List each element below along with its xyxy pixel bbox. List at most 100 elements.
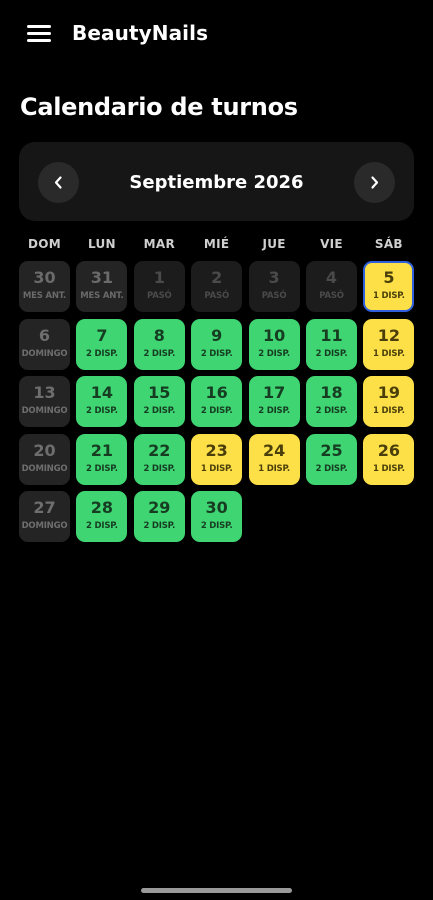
day-availability: 1 DISP. (258, 463, 290, 474)
day-number: 22 (148, 440, 171, 460)
day-number: 10 (262, 325, 286, 345)
day-availability: 2 DISP. (200, 348, 233, 359)
page-title: Calendario de turnos (20, 93, 298, 121)
calendar-day[interactable]: 30 MES ANT. (19, 261, 70, 312)
day-number: 12 (377, 325, 401, 345)
day-availability: 1 DISP. (373, 406, 405, 416)
calendar-day[interactable]: 26 1 DISP. (363, 433, 415, 485)
day-availability: DOMINGO (21, 348, 68, 359)
day-number: 7 (96, 325, 108, 345)
day-number: 11 (320, 325, 343, 345)
calendar-day[interactable]: 4 PASÓ (306, 261, 357, 312)
day-availability: 1 DISP. (373, 463, 405, 474)
calendar-day[interactable]: 19 1 DISP. (363, 376, 415, 427)
day-number: 25 (320, 440, 343, 460)
calendar-day[interactable]: 24 1 DISP. (248, 433, 300, 485)
day-availability: 2 DISP. (86, 521, 118, 531)
app-bar: BeautyNails (0, 0, 433, 70)
calendar-day[interactable]: 7 2 DISP. (76, 318, 128, 370)
day-number: 23 (205, 440, 228, 460)
day-availability: PASÓ (319, 291, 344, 301)
day-availability: 2 DISP. (86, 463, 118, 474)
day-number: 14 (90, 383, 114, 402)
day-availability: 1 DISP. (373, 348, 405, 359)
day-availability: MES ANT. (80, 291, 124, 301)
day-availability: 2 DISP. (86, 406, 118, 416)
calendar-day[interactable]: 27 DOMINGO (19, 491, 70, 542)
day-number: 24 (262, 440, 286, 460)
calendar-day[interactable]: 17 2 DISP. (248, 376, 300, 427)
day-number: 30 (33, 268, 56, 287)
day-number: 13 (33, 383, 56, 402)
day-number: 18 (320, 383, 343, 402)
calendar-day[interactable]: 14 2 DISP. (76, 376, 128, 427)
calendar-day[interactable]: 21 2 DISP. (76, 433, 128, 485)
calendar-day[interactable]: 8 2 DISP. (133, 318, 185, 370)
day-availability: MES ANT. (22, 291, 67, 301)
day-number: 27 (33, 498, 56, 517)
day-number: 1 (153, 268, 165, 287)
calendar-day[interactable]: 11 2 DISP. (306, 318, 357, 370)
day-number: 6 (38, 325, 51, 345)
day-number: 9 (211, 325, 223, 345)
weekday-label: LUN (87, 237, 116, 251)
day-number: 19 (377, 383, 401, 402)
day-availability: 2 DISP. (200, 406, 233, 416)
calendar-day[interactable]: 23 1 DISP. (191, 433, 243, 485)
calendar-day[interactable]: 10 2 DISP. (248, 318, 300, 370)
day-availability: DOMINGO (21, 406, 68, 416)
day-number: 20 (33, 440, 56, 460)
weekday-label: MAR (143, 237, 175, 251)
calendar-day[interactable]: 20 DOMINGO (19, 433, 70, 485)
day-availability: 2 DISP. (258, 348, 290, 359)
calendar-day[interactable]: 31 MES ANT. (76, 261, 128, 312)
calendar-day[interactable]: 6 DOMINGO (19, 318, 70, 370)
day-availability: 2 DISP. (86, 348, 118, 359)
day-availability: 2 DISP. (143, 406, 176, 416)
calendar-day[interactable]: 30 2 DISP. (191, 491, 243, 542)
next-month-button[interactable] (354, 162, 395, 203)
day-number: 29 (148, 498, 171, 517)
chevron-right-icon (371, 176, 379, 189)
calendar-day[interactable]: 16 2 DISP. (191, 376, 243, 427)
month-selector: Septiembre 2026 (19, 142, 414, 221)
day-number: 26 (377, 440, 401, 460)
calendar-day[interactable]: 28 2 DISP. (76, 491, 128, 542)
calendar-day[interactable]: 18 2 DISP. (306, 376, 357, 427)
day-availability: 1 DISP. (373, 291, 405, 301)
day-availability: 2 DISP. (200, 521, 233, 531)
day-availability: 2 DISP. (315, 406, 348, 416)
day-availability: DOMINGO (21, 521, 68, 531)
calendar-day[interactable]: 29 2 DISP. (133, 491, 185, 542)
calendar-day[interactable]: 3 PASÓ (248, 261, 300, 312)
calendar-day[interactable]: 9 2 DISP. (191, 318, 243, 370)
day-number: 21 (90, 440, 114, 460)
day-availability: DOMINGO (21, 463, 68, 474)
calendar-day[interactable]: 2 PASÓ (191, 261, 243, 312)
day-number: 4 (325, 268, 338, 287)
day-number: 17 (262, 383, 286, 402)
day-availability: 2 DISP. (258, 406, 290, 416)
day-number: 28 (90, 498, 114, 517)
app-title: BeautyNails (72, 21, 209, 45)
day-availability: 2 DISP. (143, 521, 176, 531)
calendar-day[interactable]: 25 2 DISP. (306, 433, 357, 485)
hamburger-menu-icon[interactable] (27, 25, 51, 43)
calendar-day[interactable]: 15 2 DISP. (133, 376, 185, 427)
day-availability: 2 DISP. (143, 463, 176, 474)
weekday-label: JUE (262, 237, 286, 251)
day-number: 16 (205, 383, 228, 402)
calendar-day[interactable]: 1 PASÓ (133, 261, 185, 312)
day-number: 8 (153, 325, 165, 345)
calendar-day[interactable]: 5 1 DISP. (363, 261, 415, 312)
day-availability: PASÓ (261, 291, 287, 301)
weekday-label: DOM (27, 237, 61, 251)
calendar-day[interactable]: 22 2 DISP. (133, 433, 185, 485)
calendar-day[interactable]: 12 1 DISP. (363, 318, 415, 370)
weekday-header: DOM LUN MAR MIÉ JUE VIE SÁB (19, 237, 414, 255)
weekday-label: SÁB (374, 237, 403, 251)
day-availability: 2 DISP. (315, 348, 348, 359)
home-indicator[interactable] (141, 888, 292, 893)
calendar-day[interactable]: 13 DOMINGO (19, 376, 70, 427)
day-availability: 2 DISP. (143, 348, 176, 359)
